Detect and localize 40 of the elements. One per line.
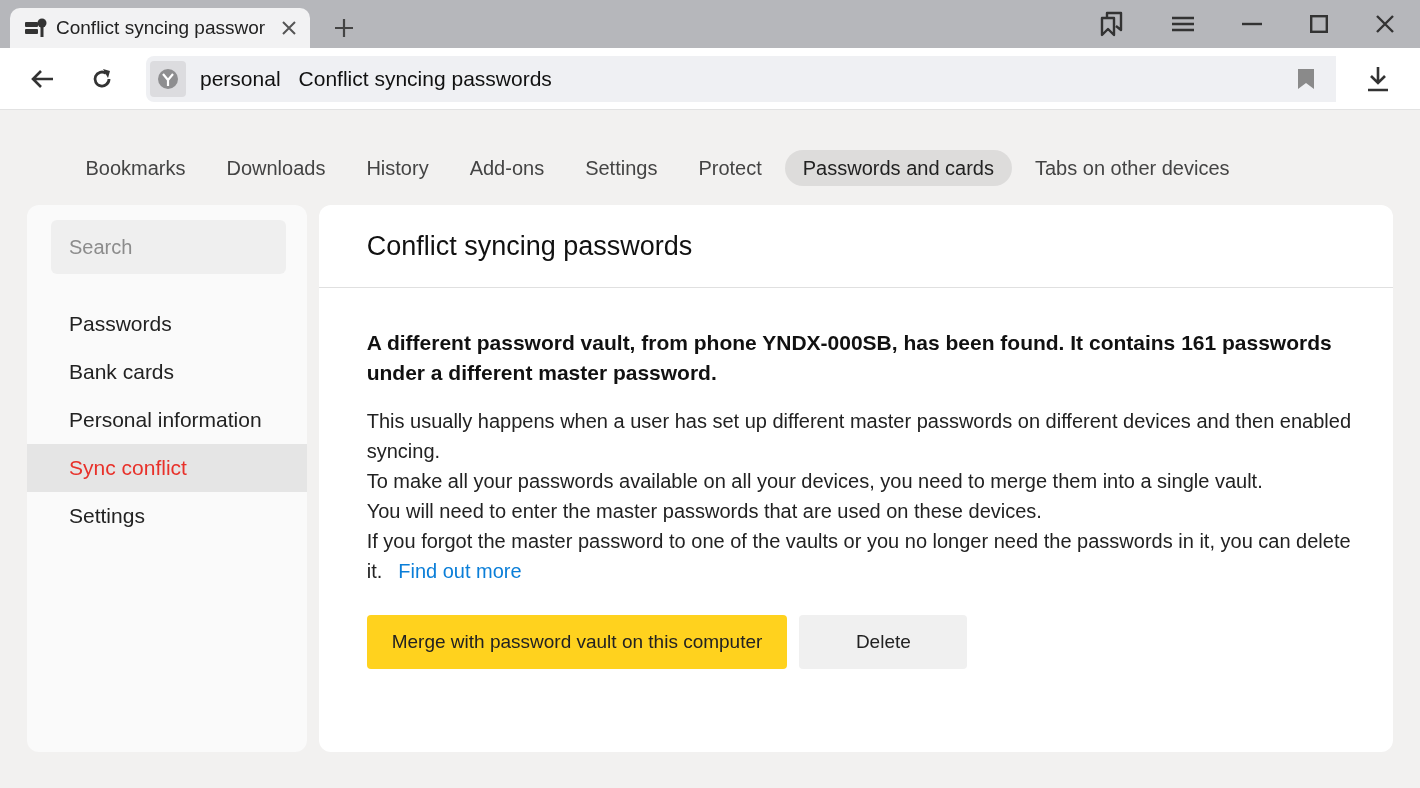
nav-tab[interactable]: Downloads xyxy=(208,150,344,186)
merge-button[interactable]: Merge with password vault on this computer xyxy=(366,615,788,669)
bookmarks-icon[interactable] xyxy=(1100,11,1124,37)
new-tab-icon[interactable] xyxy=(334,18,354,38)
page-heading: Conflict syncing passwords xyxy=(366,229,693,263)
minimize-icon[interactable] xyxy=(1242,22,1262,26)
explanation-text: You will need to enter the master passwords that are used on these devices. xyxy=(366,499,1043,524)
nav-tab[interactable]: Settings xyxy=(567,150,676,186)
site-icon xyxy=(150,60,186,97)
close-window-icon[interactable] xyxy=(1376,15,1394,33)
download-icon[interactable] xyxy=(1366,65,1390,92)
nav-tab[interactable]: Tabs on other devices xyxy=(1017,150,1248,186)
sidebar-item[interactable]: Bank cards xyxy=(27,348,307,396)
page-title: Conflict syncing passwords xyxy=(298,65,552,92)
menu-icon[interactable] xyxy=(1172,16,1194,32)
sidebar-item[interactable]: Personal information xyxy=(27,396,307,444)
close-icon[interactable] xyxy=(282,21,296,35)
tab-title: Conflict syncing passwor xyxy=(56,15,267,40)
explanation-text: To make all your passwords available on all your devices, you need to merge them into a single vault. xyxy=(366,469,1264,494)
explanation-text: This usually happens when a user has set up different master passwords on different devices and then enabled syncing. xyxy=(366,409,1352,464)
find-out-more-link[interactable]: Find out more xyxy=(398,560,522,582)
site-name: personal xyxy=(200,65,281,92)
reload-icon[interactable] xyxy=(91,67,113,90)
bookmark-icon[interactable] xyxy=(1298,68,1314,89)
nav-tab[interactable]: Protect xyxy=(680,150,780,186)
sidebar-item[interactable]: Passwords xyxy=(27,300,307,348)
nav-tab[interactable]: History xyxy=(348,150,447,186)
back-arrow-icon[interactable] xyxy=(30,68,54,89)
nav-tab[interactable]: Bookmarks xyxy=(67,150,204,186)
maximize-icon[interactable] xyxy=(1310,15,1328,33)
vault-key-icon xyxy=(24,17,48,39)
conflict-summary: A different password vault, from phone YNDX-000SB, has been found. It contains 161 passwords under a different master password. xyxy=(366,330,1333,386)
delete-button[interactable]: Delete xyxy=(799,615,968,669)
nav-tab[interactable]: Passwords and cards xyxy=(784,150,1012,186)
address-bar[interactable]: personal Conflict syncing passwords xyxy=(146,55,1336,102)
nav-tab[interactable]: Add-ons xyxy=(451,150,563,186)
sidebar-item[interactable]: Settings xyxy=(27,492,307,540)
browser-tab[interactable]: Conflict syncing passwor xyxy=(10,8,310,48)
search-field[interactable]: Search xyxy=(51,220,286,274)
explanation-text: If you forgot the master password to one of the vaults or you no longer need the passwords in it, you can delete it. Find out more xyxy=(366,529,1352,584)
